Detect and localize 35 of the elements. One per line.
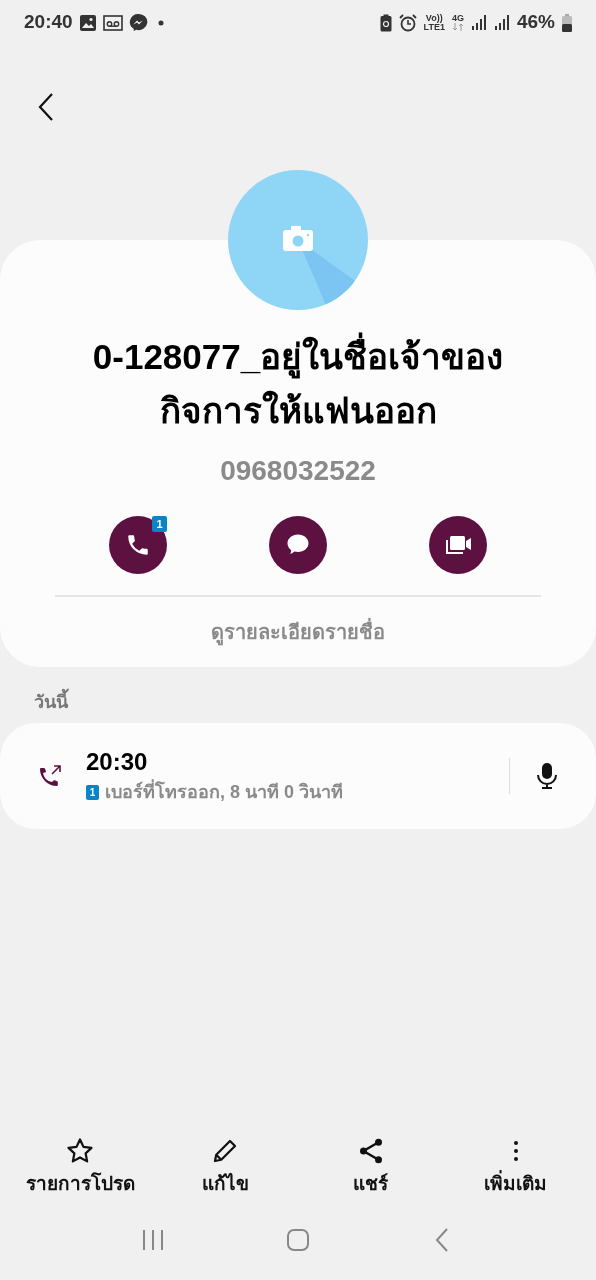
volte-label: Vo)) (425, 13, 443, 23)
sim-badge: 1 (152, 516, 167, 532)
call-time: 20:30 (86, 746, 149, 777)
outgoing-call-icon (38, 764, 62, 788)
more-icon (513, 1139, 519, 1163)
voicemail-icon (102, 13, 123, 32)
battery-saver-icon (379, 13, 392, 32)
message-button[interactable] (269, 516, 327, 574)
network-label: 4G (451, 14, 464, 23)
section-title: วันนี้ (34, 687, 596, 723)
status-time: 20:40 (24, 10, 73, 35)
sim-badge: 1 (86, 784, 99, 800)
lte-label: LTE1 (423, 22, 445, 32)
battery-percent: 46% (516, 10, 555, 35)
signal-icon (470, 14, 487, 31)
phone-icon (125, 532, 151, 558)
microphone-icon[interactable] (536, 762, 558, 790)
signal-icon (493, 14, 510, 31)
call-button[interactable]: 1 (109, 516, 167, 574)
contact-name: 0-128077_อยู่ในชื่อเจ้าของกิจการให้แฟนออก (48, 330, 548, 438)
messenger-icon (128, 13, 148, 32)
call-log-item[interactable]: 20:30 1 เบอร์ที่โทรออก, 8 นาที 0 วินาที (0, 723, 596, 829)
star-action-button[interactable]: รายการโปรด (18, 1136, 142, 1199)
image-icon (78, 13, 97, 32)
video-call-button[interactable] (429, 516, 487, 574)
edit-action-button[interactable]: แก้ไข (163, 1136, 288, 1199)
battery-icon (562, 13, 572, 32)
more-action-button[interactable]: เพิ่มเติม (454, 1136, 578, 1199)
alarm-icon (398, 13, 417, 32)
recent-apps-icon[interactable] (140, 1228, 165, 1252)
data-arrows-icon (451, 23, 464, 31)
phone-number: 0968032522 (220, 454, 376, 488)
call-description: เบอร์ที่โทรออก, 8 นาที 0 วินาที (105, 778, 344, 804)
share-action-button[interactable]: แชร์ (308, 1136, 433, 1199)
home-icon[interactable] (286, 1228, 310, 1252)
